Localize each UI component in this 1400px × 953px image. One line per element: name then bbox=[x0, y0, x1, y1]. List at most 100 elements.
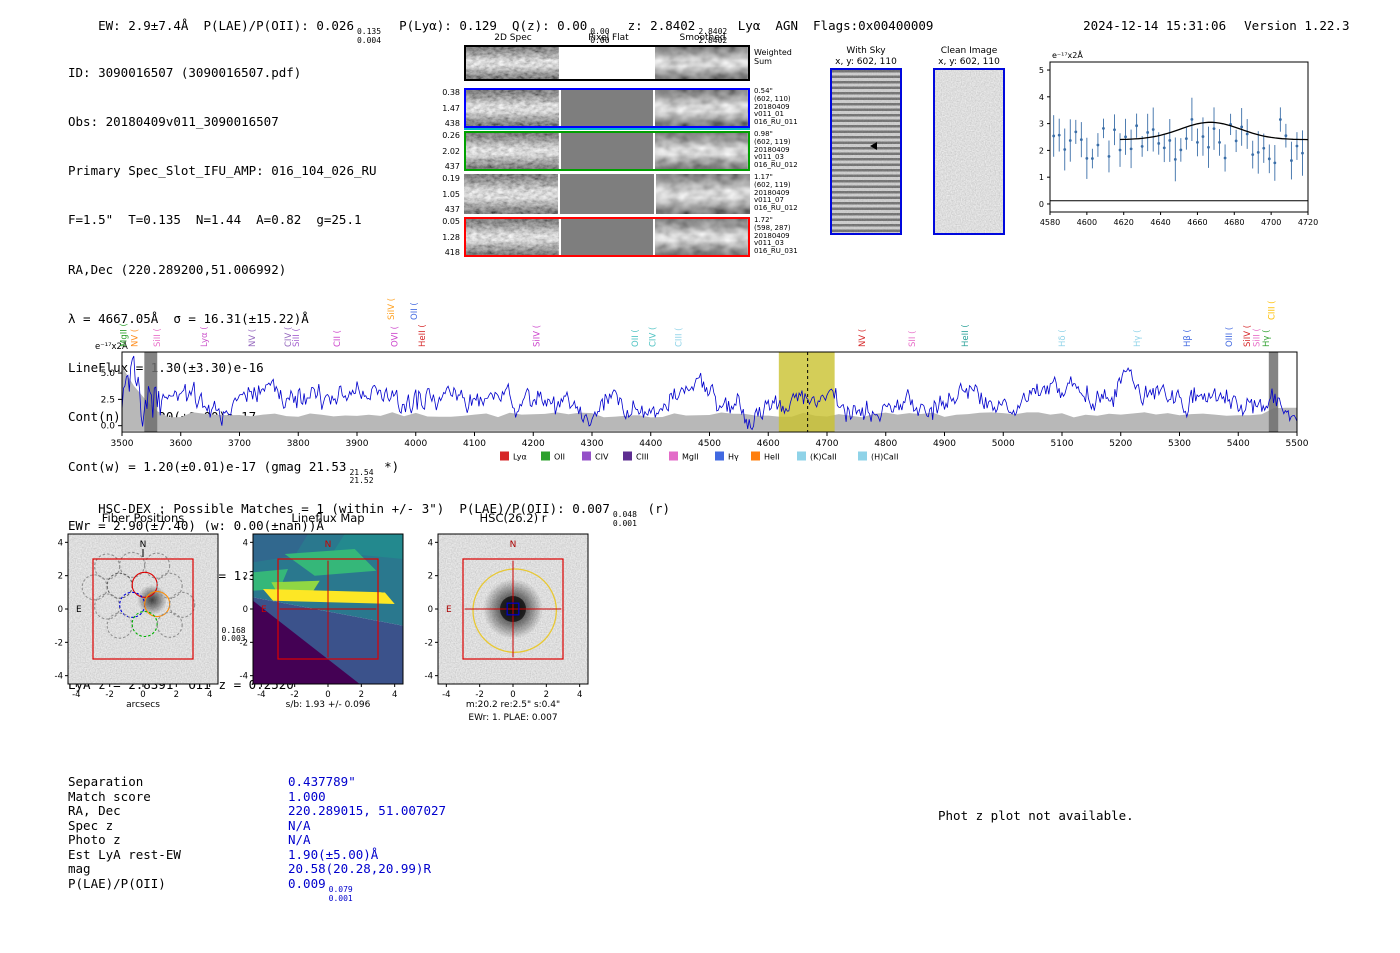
spec2d-row-annotation: 1.17" (602, 119) 20180409 v011_07 016_RU_012 bbox=[754, 173, 798, 213]
summary-type-flags: Lyα AGN Flags:0x00400009 bbox=[730, 18, 934, 33]
with-sky-image bbox=[830, 68, 902, 235]
svg-text:0: 0 bbox=[58, 605, 63, 615]
spec2d-row-1 bbox=[464, 88, 750, 128]
svg-text:-2: -2 bbox=[105, 690, 113, 700]
match-label: P(LAE)/P(OII) bbox=[68, 876, 166, 891]
emission-line-label: Hβ ( bbox=[1183, 329, 1193, 347]
pixel-flat-image bbox=[560, 90, 654, 126]
report-version: Version 1.22.3 bbox=[1244, 18, 1350, 33]
pixel-flat-image bbox=[560, 174, 654, 214]
spec2d-row-stats: 0.38 1.47 438 bbox=[442, 88, 460, 128]
emission-line-label: CII ( bbox=[333, 330, 343, 347]
spec2d-row-3 bbox=[464, 174, 750, 214]
cyan-separator bbox=[464, 128, 750, 130]
report-timestamp: 2024-12-14 15:31:06 bbox=[1083, 18, 1227, 33]
svg-text:3: 3 bbox=[1039, 120, 1044, 129]
emission-line-label: SiII ( bbox=[153, 328, 163, 347]
with-sky-title: With Sky bbox=[846, 46, 886, 56]
legend-label: MgII bbox=[682, 453, 699, 462]
hsc-cutout-title: HSC(26.2) r bbox=[479, 511, 547, 525]
svg-text:2: 2 bbox=[428, 572, 433, 582]
svg-text:0: 0 bbox=[1039, 200, 1044, 209]
svg-text:4720: 4720 bbox=[1298, 218, 1318, 227]
clean-noise bbox=[935, 70, 1003, 233]
svg-text:2: 2 bbox=[1039, 146, 1044, 155]
spec2d-row-annotation: 1.72" (598, 287) 20180409 v011_03 016_RU_031 bbox=[754, 216, 798, 256]
svg-text:4800: 4800 bbox=[874, 439, 897, 449]
timestamp-version: 2024-12-14 15:31:06 Version 1.22.3 bbox=[1053, 3, 1349, 48]
emission-line-label: OIII ( bbox=[1225, 327, 1235, 347]
clean-image-title: Clean Image bbox=[940, 46, 998, 56]
emission-line-label: SiIV ( bbox=[387, 298, 397, 320]
svg-text:4660: 4660 bbox=[1187, 218, 1207, 227]
svg-text:-4: -4 bbox=[425, 672, 433, 682]
svg-text:4640: 4640 bbox=[1150, 218, 1170, 227]
lineflux-map-plot: -4-4-2-2002244 NE bbox=[240, 533, 404, 700]
emission-line-label: SiII ( bbox=[292, 328, 302, 347]
legend-label: (H)CaII bbox=[871, 453, 898, 462]
svg-text:2: 2 bbox=[58, 572, 63, 582]
line-highlight-band bbox=[778, 352, 835, 432]
hsc-caption-2: EWr: 1. PLAE: 0.007 bbox=[468, 713, 558, 723]
svg-text:5: 5 bbox=[1039, 66, 1044, 75]
svg-text:-2: -2 bbox=[290, 690, 298, 700]
emission-line-label: Lyα ( bbox=[200, 326, 210, 347]
legend-swatch bbox=[715, 451, 724, 461]
col-header-pixelflat: Pixel Flat bbox=[588, 33, 629, 43]
legend-swatch bbox=[623, 451, 632, 461]
emission-line-label: OII ( bbox=[410, 302, 420, 320]
svg-text:0: 0 bbox=[428, 605, 433, 615]
svg-text:3800: 3800 bbox=[287, 439, 310, 449]
elixer-report: EW: 2.9±7.4Å P(LAE)/P(OII): 0.026 0.135 0.… bbox=[0, 0, 1400, 953]
emission-line-label: NV ( bbox=[248, 329, 258, 347]
svg-text:2: 2 bbox=[359, 690, 364, 700]
emission-line-label: OVI ( bbox=[391, 326, 401, 347]
svg-text:0: 0 bbox=[140, 690, 145, 700]
svg-text:4600: 4600 bbox=[757, 439, 780, 449]
pixel-flat-image bbox=[560, 133, 654, 169]
legend-swatch bbox=[751, 451, 760, 461]
emission-line-label: HeII ( bbox=[418, 324, 428, 347]
svg-text:-4: -4 bbox=[257, 690, 265, 700]
east-label: E bbox=[76, 605, 82, 615]
svg-text:2: 2 bbox=[544, 690, 549, 700]
svg-text:4300: 4300 bbox=[581, 439, 604, 449]
svg-text:0: 0 bbox=[243, 605, 248, 615]
legend-swatch bbox=[500, 451, 509, 461]
legend-label: Hγ bbox=[728, 453, 739, 462]
col-header-smoothed: Smoothed bbox=[679, 33, 726, 43]
match-value: 20.58(20.28,20.99)R bbox=[288, 861, 431, 876]
legend-swatch bbox=[797, 451, 806, 461]
svg-text:4500: 4500 bbox=[698, 439, 721, 449]
svg-text:3600: 3600 bbox=[169, 439, 192, 449]
svg-text:4580: 4580 bbox=[1040, 218, 1060, 227]
east-label: E bbox=[446, 605, 452, 615]
smoothed-image bbox=[655, 133, 749, 169]
svg-text:4680: 4680 bbox=[1224, 218, 1244, 227]
emission-line-label: Hδ ( bbox=[1058, 329, 1068, 347]
match-value: 220.289015, 51.007027 bbox=[288, 803, 447, 818]
match-label: Match score bbox=[68, 789, 151, 804]
spec2d-row-2 bbox=[464, 131, 750, 171]
emission-line-label: OII ( bbox=[631, 329, 641, 347]
svg-text:4400: 4400 bbox=[639, 439, 662, 449]
legend-label: Lyα bbox=[513, 453, 527, 462]
svg-text:3900: 3900 bbox=[346, 439, 369, 449]
spec2d-image bbox=[464, 174, 558, 214]
spec2d-weighted-row bbox=[464, 45, 750, 81]
svg-text:5300: 5300 bbox=[1168, 439, 1191, 449]
svg-text:5100: 5100 bbox=[1051, 439, 1074, 449]
emission-line-label: HeII ( bbox=[961, 324, 971, 347]
spec2d-image bbox=[466, 219, 559, 255]
spec2d-row-annotation: 0.54" (602, 110) 20180409 v011_01 016_RU_011 bbox=[754, 87, 798, 127]
svg-text:4000: 4000 bbox=[404, 439, 427, 449]
svg-text:4620: 4620 bbox=[1114, 218, 1134, 227]
match-label: Spec z bbox=[68, 818, 114, 833]
svg-text:4700: 4700 bbox=[1261, 218, 1281, 227]
svg-text:3500: 3500 bbox=[111, 439, 134, 449]
svg-text:4: 4 bbox=[243, 538, 248, 548]
emission-line-label: MgII ( bbox=[120, 323, 130, 347]
emission-line-label: CIII ( bbox=[1268, 301, 1278, 320]
masked-band bbox=[144, 352, 158, 432]
with-sky-coords: x, y: 602, 110 bbox=[835, 57, 897, 67]
